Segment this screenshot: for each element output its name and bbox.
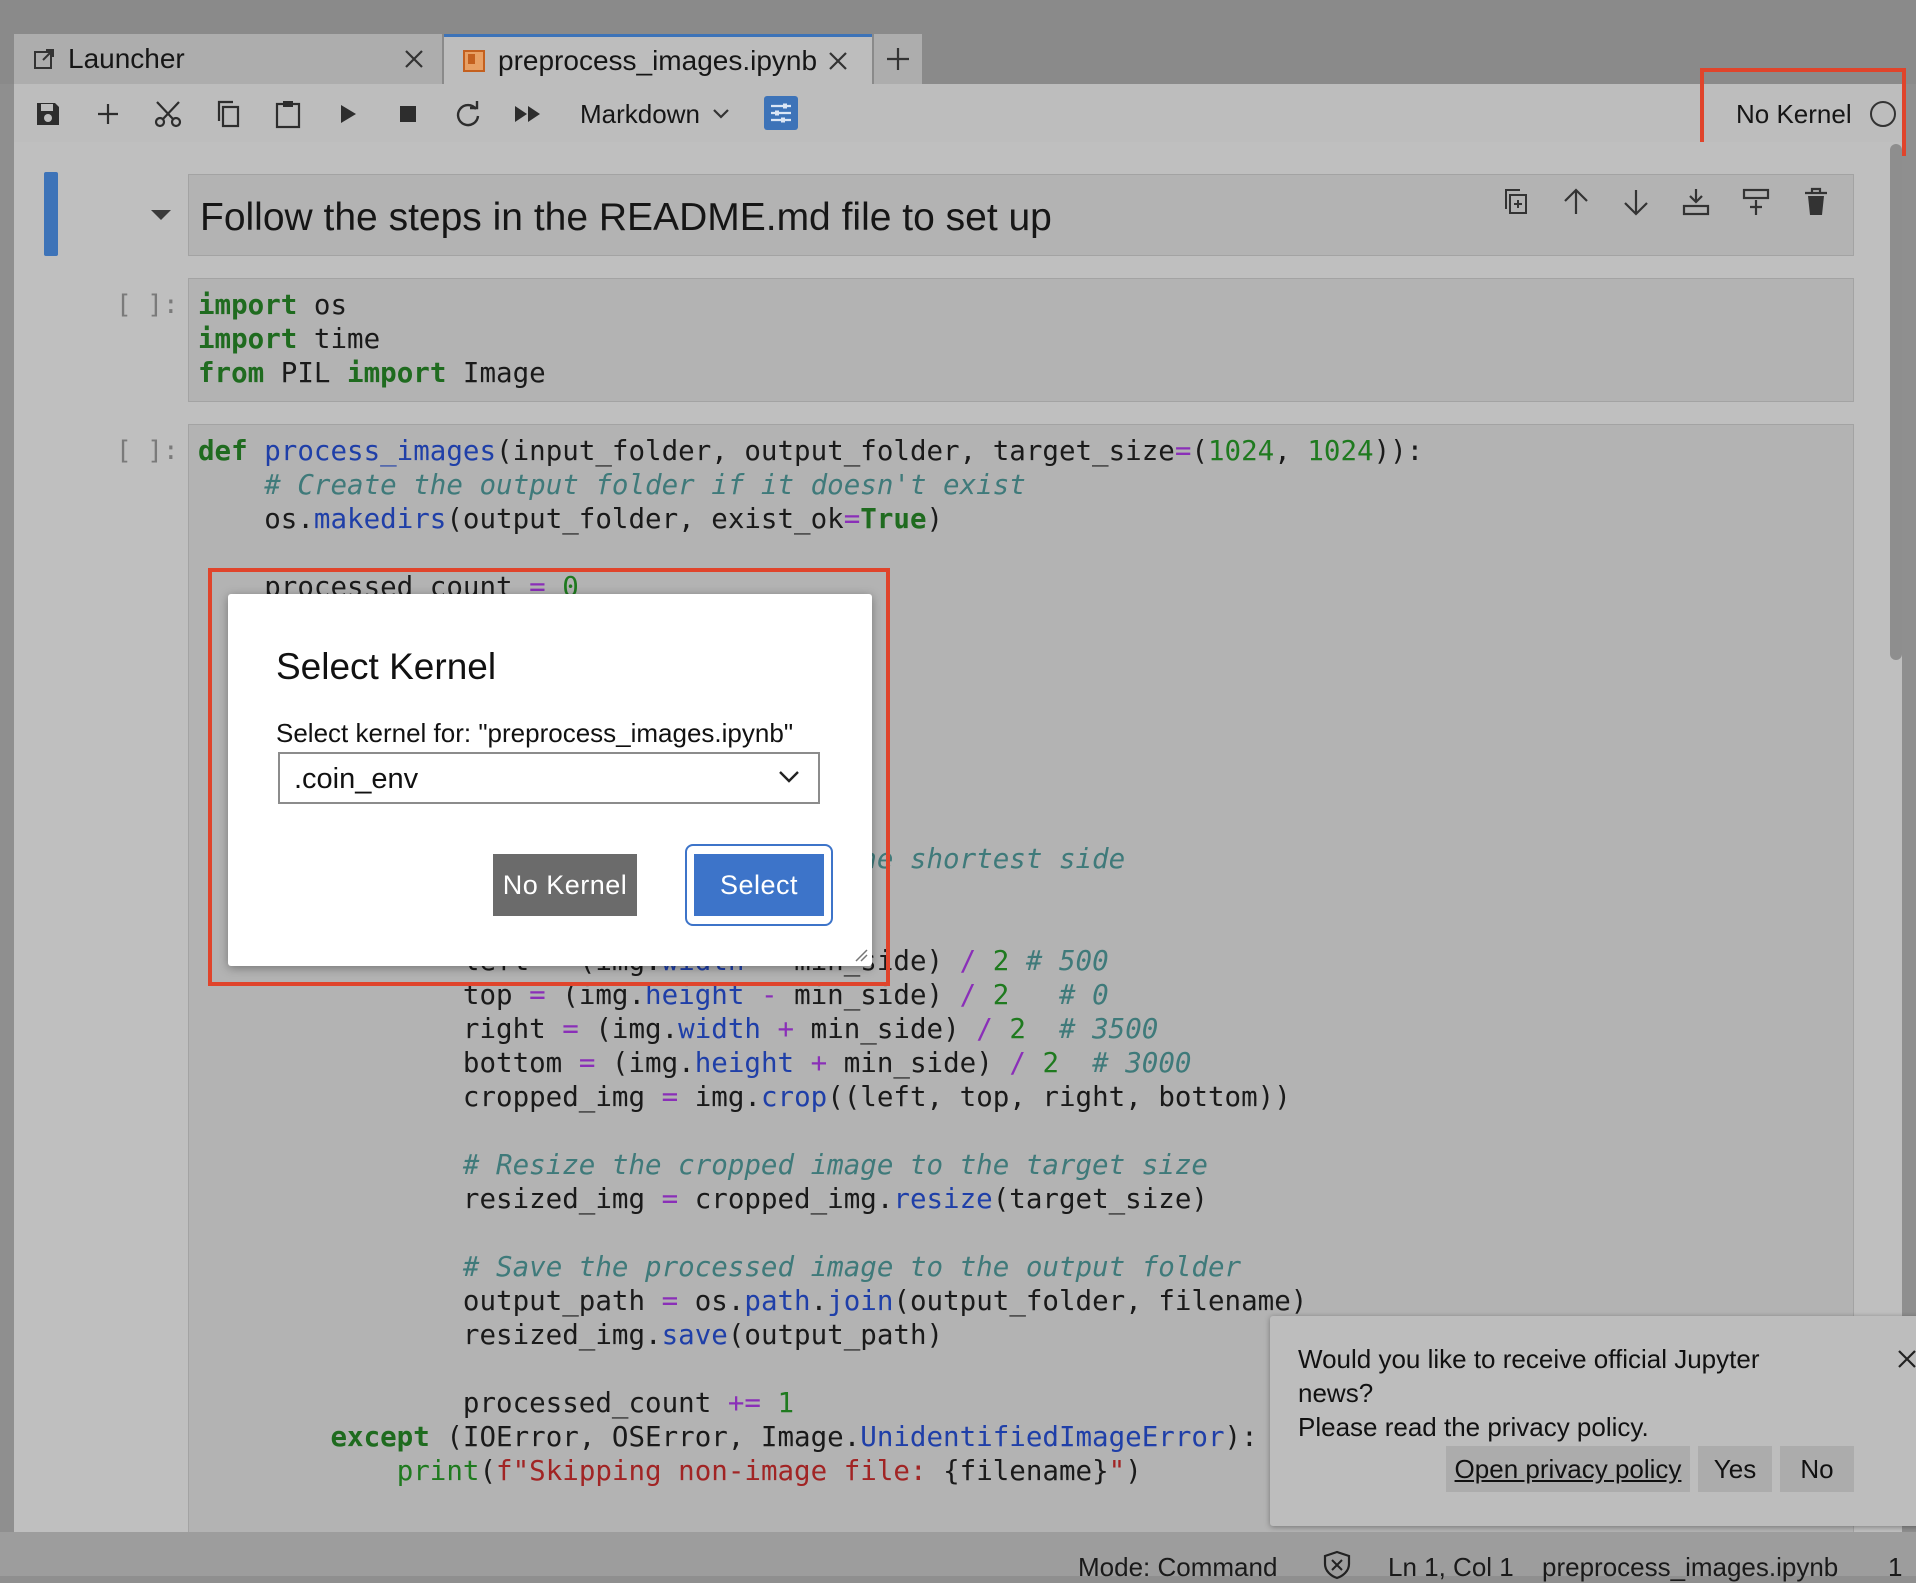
restart-icon [454,100,482,128]
paste-icon [274,99,302,129]
tab-launcher[interactable]: Launcher [14,34,442,84]
stop-button[interactable] [388,94,428,134]
copy-icon [214,99,242,129]
dialog-label: Select kernel for: "preprocess_images.ip… [276,718,794,748]
code-line: right = (img.width + min_side) / 2 # 350… [198,1013,1159,1045]
cell-type-dropdown[interactable]: Markdown [580,96,730,132]
chevron-down-icon [778,770,800,784]
markdown-heading: Follow the steps in the README.md file t… [200,196,1052,239]
cell-actions [1500,186,1832,218]
notebook-scrollbar[interactable] [1890,144,1902,660]
launcher-icon [32,47,56,71]
dialog-title: Select Kernel [276,646,497,687]
copy-button[interactable] [208,94,248,134]
open-privacy-policy-button[interactable]: Open privacy policy [1446,1446,1690,1492]
code-line: # Create the output folder if it doesn't… [264,469,1026,501]
code-line: import time [198,323,381,355]
tab-label: preprocess_images.ipynb [498,44,818,76]
status-count[interactable]: 1 [1888,1552,1902,1583]
close-icon[interactable] [1896,1348,1916,1370]
notebook-icon [462,49,486,73]
close-icon[interactable] [402,47,426,71]
resize-handle-icon[interactable] [854,948,868,962]
property-inspector-button[interactable] [764,96,798,130]
delete-icon[interactable] [1800,186,1832,218]
add-cell-button[interactable] [88,94,128,134]
status-filename: preprocess_images.ipynb [1542,1552,1839,1582]
settings-sliders-icon [769,102,793,124]
collapse-toggle[interactable] [150,208,172,222]
cut-icon [153,99,183,129]
code-line: import os [198,289,348,321]
code-line: resized_img = cropped_img.resize(target_… [198,1183,1208,1215]
tab-label: Launcher [68,43,185,74]
caret-down-icon [150,208,172,222]
stop-icon [397,103,419,125]
status-cursor-position[interactable]: Ln 1, Col 1 [1388,1552,1514,1583]
run-icon [337,102,359,126]
news-notification: Would you like to receive official Jupyt… [1270,1316,1916,1526]
privacy-link-label: Open privacy policy [1454,1453,1682,1484]
cell-prompt: [ ]: [116,290,179,320]
yes-button[interactable]: Yes [1698,1446,1772,1492]
code-line: def process_images(input_folder, output_… [198,435,1424,467]
code-line: os.makedirs(output_folder, exist_ok=True… [198,503,944,535]
notification-text-3: Please read the privacy policy. [1298,1412,1649,1442]
select-button-label: Select [719,869,799,900]
cell-type-label: Markdown [580,98,700,129]
kernel-select-value: .coin_env [294,763,419,795]
code-line: print(f"Skipping non-image file: {filena… [396,1455,1142,1487]
duplicate-icon[interactable] [1500,186,1532,218]
insert-above-icon[interactable] [1680,186,1712,218]
code-line: bottom = (img.height + min_side) / 2 # 3… [198,1047,1192,1079]
fast-forward-icon [513,103,543,125]
code-line: processed_count += 1 [198,1387,795,1419]
restart-button[interactable] [448,94,488,134]
code-cell-source: import os import time from PIL import Imag… [198,288,546,390]
select-kernel-dialog: Select Kernel Select kernel for: "prepro… [228,594,872,966]
paste-button[interactable] [268,94,308,134]
no-button-label: No [1800,1453,1834,1484]
code-line: cropped_img = img.crop((left, top, right… [198,1081,1291,1113]
chevron-down-icon [712,108,730,120]
close-icon[interactable] [826,49,850,73]
no-button[interactable]: No [1780,1446,1854,1492]
add-cell-icon [95,101,121,127]
save-button[interactable] [28,94,68,134]
status-mode[interactable]: Mode: Command [1078,1552,1277,1583]
save-icon [34,100,62,128]
code-line: except (IOError, OSError, Image.Unidenti… [330,1421,1258,1453]
cut-button[interactable] [148,94,188,134]
code-line: resized_img.save(output_path) [198,1319,944,1351]
run-all-button[interactable] [508,94,548,134]
run-button[interactable] [328,94,368,134]
no-kernel-button-label: No Kernel [502,869,628,900]
plus-icon [885,46,911,72]
select-button[interactable]: Select [694,854,824,916]
new-tab-button[interactable] [874,34,922,84]
kernel-select[interactable]: .coin_env [278,752,820,804]
active-cell-marker [44,172,58,256]
move-up-icon[interactable] [1560,186,1592,218]
code-line: # Save the processed image to the output… [462,1251,1242,1283]
notification-text-1: Would you like to receive official Jupyt… [1298,1344,1760,1374]
yes-button-label: Yes [1713,1453,1757,1484]
code-line: output_path = os.path.join(output_folder… [198,1285,1308,1317]
code-line: # Resize the cropped image to the target… [462,1149,1208,1181]
no-kernel-button[interactable]: No Kernel [493,854,637,916]
tab-preprocess-images[interactable]: preprocess_images.ipynb [444,34,872,84]
insert-below-icon[interactable] [1740,186,1772,218]
cell-prompt: [ ]: [116,436,179,466]
code-line: from PIL import Image [198,357,546,389]
move-down-icon[interactable] [1620,186,1652,218]
notification-text-2: news? [1298,1378,1374,1408]
